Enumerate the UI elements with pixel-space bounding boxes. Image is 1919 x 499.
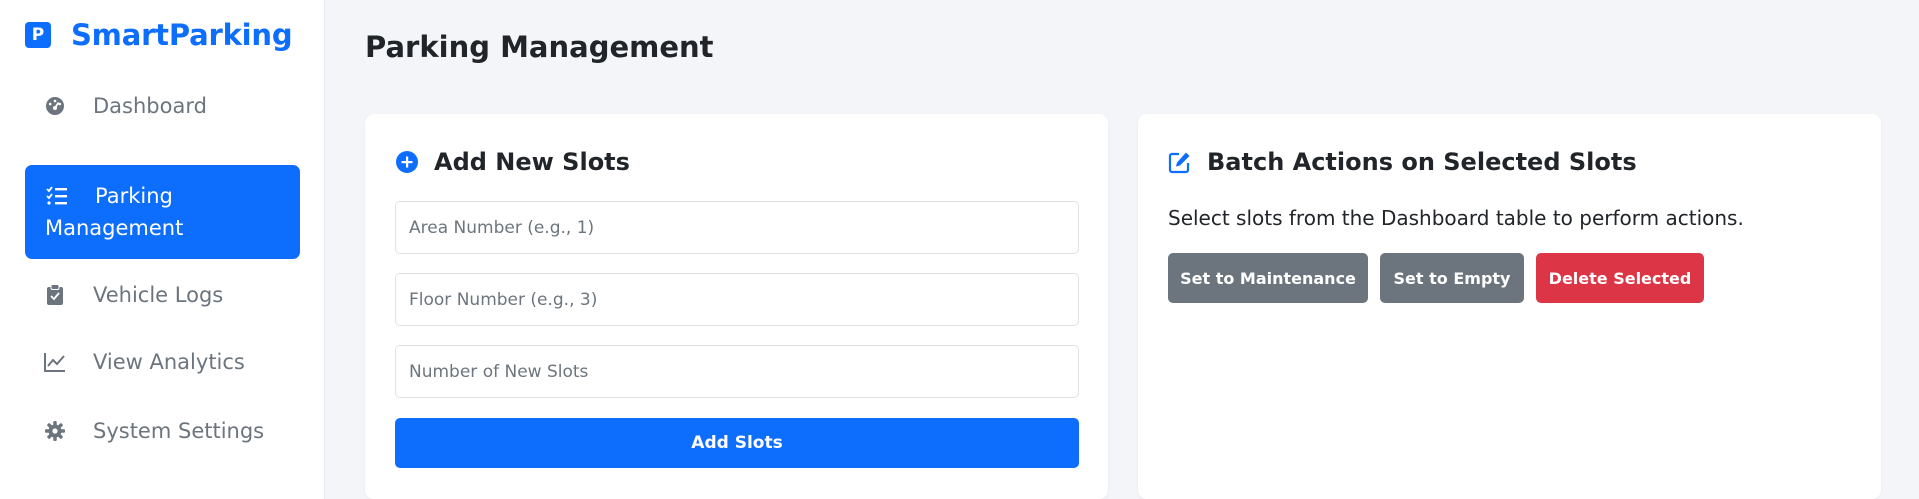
sidebar-item-parking-management[interactable]: Parking Management (25, 165, 300, 259)
brand[interactable]: P SmartParking (25, 18, 293, 52)
plus-circle-icon (395, 150, 419, 174)
helper-text: Select slots from the Dashboard table to… (1168, 206, 1744, 230)
parking-logo-icon: P (25, 22, 51, 48)
set-empty-button[interactable]: Set to Empty (1380, 253, 1524, 303)
sidebar-item-vehicle-logs[interactable]: Vehicle Logs (25, 279, 300, 311)
card-header: Batch Actions on Selected Slots (1168, 148, 1637, 176)
slot-count-input[interactable] (395, 345, 1079, 398)
gear-icon (43, 419, 67, 443)
edit-icon (1168, 150, 1192, 174)
batch-actions-card: Batch Actions on Selected Slots Select s… (1138, 114, 1881, 499)
card-title: Batch Actions on Selected Slots (1207, 148, 1637, 176)
sidebar-item-system-settings[interactable]: System Settings (25, 415, 300, 447)
clipboard-icon (43, 283, 67, 307)
add-slots-button[interactable]: Add Slots (395, 418, 1079, 468)
page-title: Parking Management (365, 30, 714, 64)
floor-number-input[interactable] (395, 273, 1079, 326)
area-number-input[interactable] (395, 201, 1079, 254)
card-title: Add New Slots (434, 148, 630, 176)
gauge-icon (43, 94, 67, 118)
sidebar-item-label: View Analytics (93, 350, 245, 374)
card-header: Add New Slots (395, 148, 630, 176)
sidebar-item-label: Dashboard (93, 94, 207, 118)
delete-selected-button[interactable]: Delete Selected (1536, 253, 1704, 303)
list-check-icon (45, 184, 69, 208)
line-chart-icon (43, 350, 67, 374)
sidebar-item-label: Parking (95, 184, 173, 208)
add-slots-card: Add New Slots Add Slots (365, 114, 1108, 499)
sidebar-item-label: System Settings (93, 419, 265, 443)
sidebar-item-dashboard[interactable]: Dashboard (25, 90, 300, 122)
sidebar: P SmartParking Dashboard Parking Managem… (0, 0, 325, 499)
sidebar-item-label: Vehicle Logs (93, 283, 224, 307)
brand-name: SmartParking (71, 18, 293, 52)
sidebar-item-label-line2: Management (45, 216, 184, 240)
set-maintenance-button[interactable]: Set to Maintenance (1168, 253, 1368, 303)
sidebar-item-view-analytics[interactable]: View Analytics (25, 346, 300, 378)
